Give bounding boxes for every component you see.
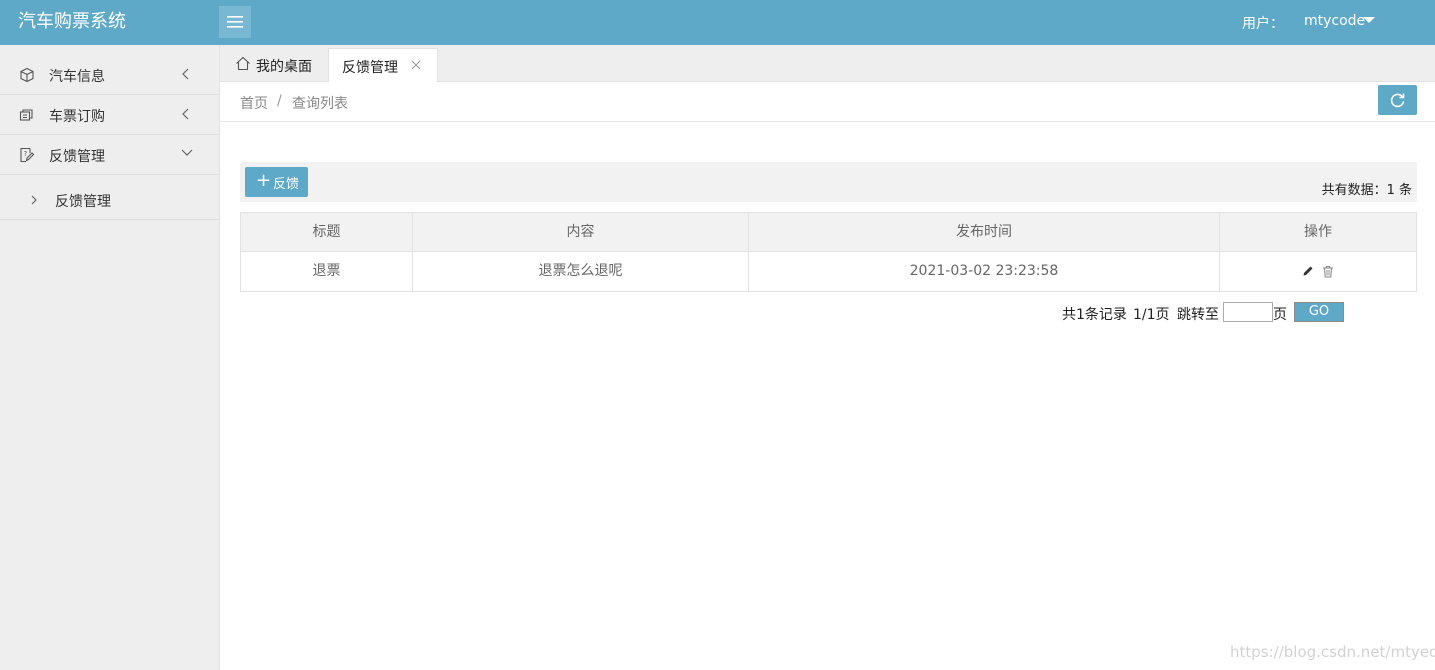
app-title: 汽车购票系统	[18, 11, 126, 32]
chevron-down-icon	[181, 149, 193, 156]
chevron-left-icon	[182, 68, 189, 80]
table-row: 退票 退票怎么退呢 2021-03-02 23:23:58	[241, 252, 1416, 291]
refresh-icon	[1390, 93, 1405, 108]
ticket-icon	[19, 109, 33, 121]
column-header-time: 发布时间	[749, 213, 1220, 252]
pagination-page-unit: 页	[1273, 307, 1287, 323]
cell-actions	[1220, 252, 1416, 291]
table-toolbar: + 反馈 共有数据：1 条	[240, 162, 1417, 202]
cell-time: 2021-03-02 23:23:58	[749, 252, 1220, 291]
cell-title: 退票	[241, 252, 413, 291]
edit-pencil-icon[interactable]	[1302, 265, 1314, 277]
caret-down-icon[interactable]	[1363, 17, 1375, 23]
tab-bar: 我的桌面 反馈管理	[220, 45, 1435, 82]
sidebar-subitem-feedback[interactable]: 反馈管理	[0, 181, 219, 220]
refresh-button[interactable]	[1378, 85, 1417, 115]
user-label: 用户：	[1242, 16, 1284, 32]
sidebar-item-label: 反馈管理	[49, 149, 105, 165]
tab-label: 我的桌面	[256, 59, 312, 75]
top-header: 汽车购票系统 用户： mtycode	[0, 0, 1435, 45]
sidebar-subitem-label: 反馈管理	[55, 194, 111, 210]
pagination-jump-label: 跳转至	[1177, 307, 1219, 323]
add-button-label: 反馈	[273, 177, 300, 192]
column-header-actions: 操作	[1304, 224, 1332, 240]
cell-content: 退票怎么退呢	[413, 252, 749, 291]
tab-feedback-management[interactable]: 反馈管理	[328, 48, 438, 82]
close-icon[interactable]	[411, 60, 421, 70]
breadcrumb: 首页 / 查询列表	[220, 82, 1435, 122]
breadcrumb-home-link[interactable]: 首页	[240, 93, 268, 113]
feedback-table: 标题 内容 发布时间 操作 退票 退票怎么退呢 2021-03-02 23:23…	[240, 212, 1417, 292]
pagination-total: 共1条记录	[1062, 307, 1127, 323]
sidebar: 汽车信息 车票订购 ? 反馈管理 反馈管理	[0, 45, 220, 670]
breadcrumb-separator: /	[277, 93, 282, 109]
pagination-pages: 1/1页	[1133, 307, 1170, 323]
tab-label: 反馈管理	[342, 60, 398, 76]
breadcrumb-current: 查询列表	[292, 96, 348, 112]
hamburger-icon	[227, 16, 243, 28]
page-jump-input[interactable]	[1223, 302, 1273, 322]
add-feedback-button[interactable]: + 反馈	[245, 167, 308, 197]
sidebar-item-ticket-order[interactable]: 车票订购	[0, 95, 219, 135]
sidebar-item-label: 汽车信息	[49, 69, 105, 85]
go-button[interactable]: GO	[1294, 302, 1344, 322]
watermark: https://blog.csdn.net/mtyedu	[1230, 643, 1435, 661]
edit-document-icon: ?	[20, 147, 35, 163]
plus-icon: +	[256, 170, 272, 191]
sidebar-item-label: 车票订购	[49, 109, 105, 125]
svg-text:?: ?	[24, 150, 28, 158]
column-header-content: 内容	[413, 213, 749, 252]
delete-trash-icon[interactable]	[1322, 265, 1334, 278]
user-menu[interactable]: mtycode	[1304, 13, 1365, 29]
tab-desktop[interactable]: 我的桌面	[228, 48, 328, 82]
chevron-right-icon	[31, 195, 37, 205]
total-count: 共有数据：1 条	[1321, 183, 1412, 198]
home-icon	[236, 56, 250, 71]
column-header-title: 标题	[241, 213, 413, 252]
sidebar-item-feedback[interactable]: ? 反馈管理	[0, 135, 219, 175]
table-header-row: 标题 内容 发布时间 操作	[241, 213, 1416, 252]
menu-toggle-button[interactable]	[219, 6, 251, 38]
chevron-left-icon	[182, 108, 189, 120]
sidebar-item-vehicle-info[interactable]: 汽车信息	[0, 55, 219, 95]
cube-icon	[20, 67, 34, 83]
